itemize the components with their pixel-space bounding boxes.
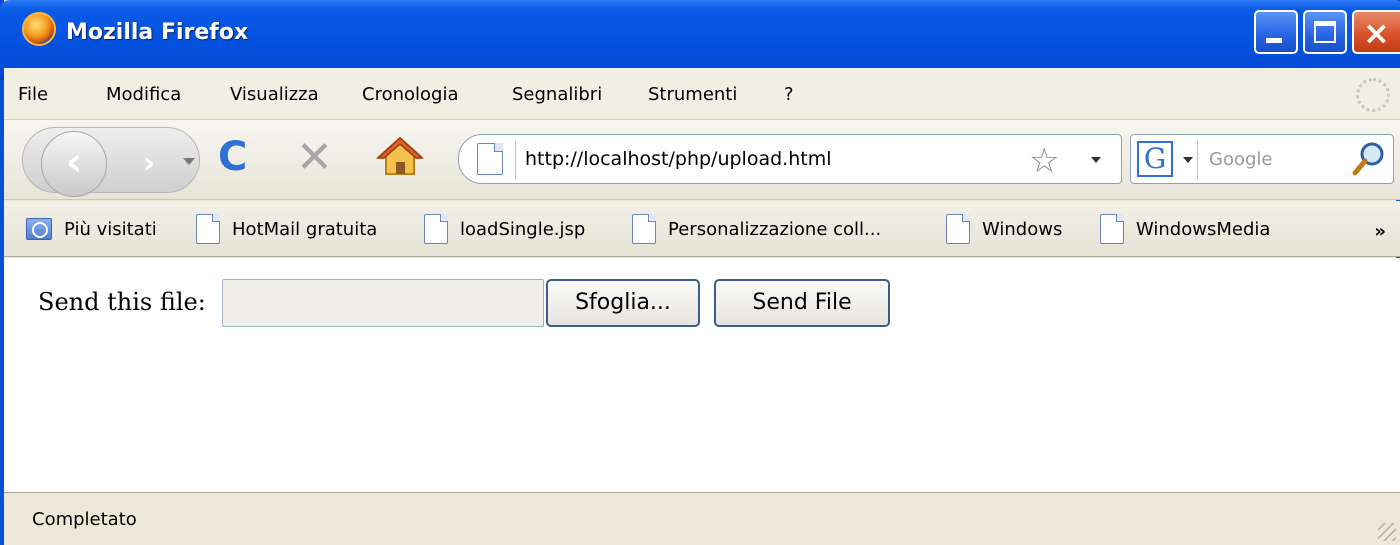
menu-help[interactable]: ? (784, 84, 794, 105)
bookmark-label: Windows (982, 218, 1063, 240)
magnifier-icon[interactable] (1351, 139, 1387, 179)
page-icon (946, 214, 970, 244)
history-dropdown-icon[interactable] (183, 158, 195, 165)
back-button[interactable]: ‹ (41, 131, 107, 197)
close-icon: × (1363, 14, 1390, 52)
bookmark-label: Personalizzazione coll... (668, 218, 882, 240)
firefox-logo-icon (22, 12, 56, 46)
url-text[interactable]: http://localhost/php/upload.html (525, 148, 832, 170)
back-forward-group: ‹ › (22, 127, 200, 197)
menu-segnalibri[interactable]: Segnalibri (512, 84, 602, 105)
status-bar: Completato (4, 492, 1400, 545)
page-content: Send this file: Sfoglia... Send File (4, 258, 1400, 492)
smart-folder-icon (26, 218, 52, 240)
page-icon (632, 214, 656, 244)
close-button[interactable]: × (1352, 10, 1400, 54)
resize-grip-icon[interactable] (1378, 523, 1396, 541)
site-page-icon (477, 143, 503, 175)
status-text: Completato (32, 509, 137, 530)
url-divider (515, 141, 516, 179)
bookmarks-overflow-button[interactable]: » (1374, 221, 1386, 242)
search-divider (1197, 141, 1198, 179)
maximize-button[interactable] (1303, 10, 1347, 54)
maximize-icon (1314, 21, 1336, 43)
reload-icon[interactable]: C (218, 134, 258, 182)
search-input[interactable]: Google (1209, 149, 1272, 170)
bookmark-label: loadSingle.jsp (460, 218, 586, 240)
minimize-icon (1266, 38, 1282, 43)
bookmark-label: HotMail gratuita (232, 218, 378, 240)
bookmark-windows[interactable]: Windows (946, 211, 1062, 247)
menu-visualizza[interactable]: Visualizza (230, 84, 319, 105)
back-arrow-icon: ‹ (65, 139, 83, 185)
stop-icon[interactable]: ✕ (296, 132, 340, 183)
menu-bar: File Modifica Visualizza Cronologia Segn… (4, 68, 1400, 120)
send-file-button[interactable]: Send File (714, 279, 890, 327)
bookmark-most-visited[interactable]: Più visitati (26, 211, 157, 247)
bookmarks-toolbar: Più visitati HotMail gratuita loadSingle… (4, 201, 1400, 257)
menu-cronologia[interactable]: Cronologia (362, 84, 458, 105)
bookmark-personalizzazione[interactable]: Personalizzazione coll... (632, 211, 881, 247)
file-path-input[interactable] (222, 279, 544, 327)
browser-window: Mozilla Firefox × File Modifica Visualiz… (0, 0, 1400, 545)
bookmark-hotmail[interactable]: HotMail gratuita (196, 211, 377, 247)
bookmark-loadsingle[interactable]: loadSingle.jsp (424, 211, 585, 247)
window-title: Mozilla Firefox (66, 20, 249, 45)
page-icon (424, 214, 448, 244)
url-dropdown-icon[interactable] (1091, 157, 1101, 163)
bookmark-label: Più visitati (64, 218, 157, 240)
page-icon (196, 214, 220, 244)
menu-strumenti[interactable]: Strumenti (648, 84, 737, 105)
forward-arrow-icon: › (142, 146, 156, 181)
throbber-icon (1356, 78, 1390, 112)
menu-modifica[interactable]: Modifica (106, 84, 181, 105)
engine-dropdown-icon[interactable] (1183, 157, 1193, 163)
page-icon (1100, 214, 1124, 244)
url-bar[interactable]: http://localhost/php/upload.html ☆ (458, 134, 1122, 184)
browse-button[interactable]: Sfoglia... (546, 279, 700, 327)
navigation-toolbar: ‹ › C ✕ http://localhost/php/upload.html… (4, 120, 1400, 200)
search-bar[interactable]: G Google (1130, 134, 1394, 184)
google-engine-icon[interactable]: G (1137, 141, 1173, 177)
home-icon[interactable] (376, 134, 424, 178)
bookmark-windowsmedia[interactable]: WindowsMedia (1100, 211, 1270, 247)
minimize-button[interactable] (1254, 10, 1298, 54)
bookmark-label: WindowsMedia (1136, 218, 1271, 240)
star-icon[interactable]: ☆ (1029, 141, 1059, 181)
file-field-label: Send this file: (38, 288, 206, 316)
menu-file[interactable]: File (18, 84, 48, 105)
forward-button[interactable]: › (129, 146, 169, 184)
